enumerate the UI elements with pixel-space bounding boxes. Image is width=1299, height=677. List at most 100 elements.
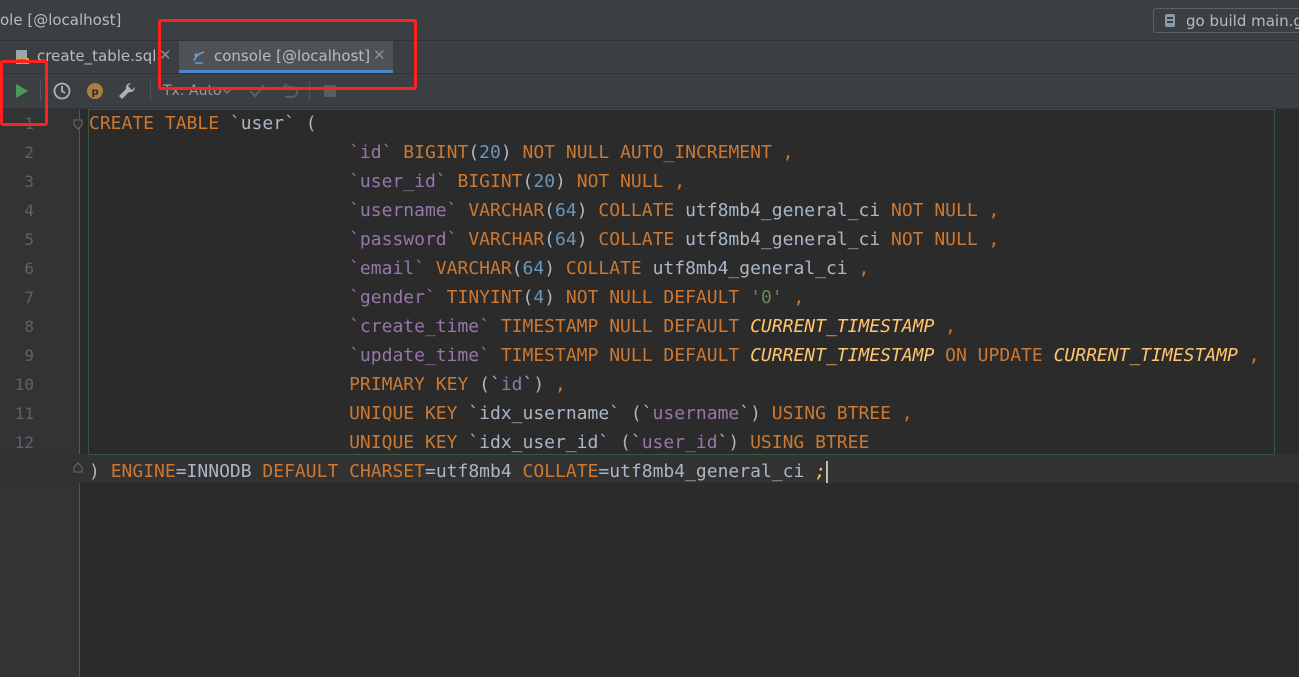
code-token: CURRENT_TIMESTAMP [750, 345, 935, 366]
code-line: `email` VARCHAR(64) COLLATE utf8mb4_gene… [89, 254, 869, 283]
code-token: UNIQUE KEY [349, 432, 458, 453]
code-token: DEFAULT CHARSET [262, 461, 425, 482]
fold-icon[interactable] [72, 462, 84, 474]
code-line: `id` BIGINT(20) NOT NULL AUTO_INCREMENT … [89, 138, 793, 167]
code-token: , [555, 374, 566, 395]
code-token: id [500, 374, 523, 395]
code-line: `user_id` BIGINT(20) NOT NULL , [89, 167, 685, 196]
wrench-icon[interactable] [117, 81, 137, 101]
toolbar-divider [150, 81, 151, 101]
code-token: UNIQUE KEY [349, 403, 458, 424]
run-configuration-label: go build main.go [1186, 12, 1299, 30]
code-token: CURRENT_TIMESTAMP [750, 316, 935, 337]
code-token: CREATE TABLE [89, 113, 220, 134]
code-token: VARCHAR [468, 229, 545, 250]
code-token: `idx_user_id` (` [457, 432, 642, 453]
go-build-icon [1165, 14, 1175, 27]
code-token: VARCHAR [435, 258, 512, 279]
run-configuration-selector[interactable]: go build main.go [1153, 8, 1299, 33]
line-number: 3 [24, 172, 34, 191]
code-token: `) [522, 374, 556, 395]
line-number: 4 [24, 201, 34, 220]
code-token: `) [717, 432, 751, 453]
text-caret [825, 461, 828, 483]
code-token: , [945, 316, 957, 337]
code-token: 64 [555, 200, 577, 221]
code-token: USING BTREE , [771, 403, 913, 424]
code-token: `update_time` [349, 345, 490, 366]
code-token: `create_time` [349, 316, 490, 337]
line-number: 10 [14, 375, 34, 394]
code-token: USING BTREE [750, 432, 870, 453]
code-token: utf8mb4_general_ci [674, 200, 891, 221]
code-token: ) [500, 142, 523, 163]
code-token: user_id [641, 432, 718, 453]
code-token: NOT NULL DEFAULT [565, 287, 740, 308]
p-parameters-icon[interactable]: p [85, 81, 105, 101]
line-number: 11 [14, 404, 34, 423]
code-token: `id` [349, 142, 393, 163]
code-token: `gender` [349, 287, 436, 308]
code-token: TIMESTAMP NULL DEFAULT [500, 316, 740, 337]
code-line: PRIMARY KEY (`id`) , [89, 370, 566, 399]
code-token: COLLATE [522, 461, 599, 482]
code-token: `user_id` [349, 171, 447, 192]
code-token: (` [468, 374, 501, 395]
code-line: `create_time` TIMESTAMP NULL DEFAULT CUR… [89, 312, 956, 341]
code-token: '0' [750, 287, 783, 308]
code-token: BIGINT [403, 142, 469, 163]
line-number-gutter: 12345678910111213 [0, 109, 80, 677]
code-token: TINYINT [446, 287, 523, 308]
code-token: PRIMARY KEY [349, 374, 469, 395]
code-line: UNIQUE KEY `idx_user_id` (`user_id`) USI… [89, 428, 869, 457]
svg-text:p: p [92, 87, 99, 98]
line-number: 2 [24, 143, 34, 162]
code-token: NOT NULL , [891, 200, 1000, 221]
code-line: `password` VARCHAR(64) COLLATE utf8mb4_g… [89, 225, 999, 254]
code-token: `) [739, 403, 772, 424]
code-line: CREATE TABLE `user` ( [89, 109, 317, 138]
code-token: NOT NULL , [576, 171, 686, 192]
code-token: =INNODB [175, 461, 263, 482]
code-token: ( [511, 258, 523, 279]
code-token: , [1248, 345, 1260, 366]
code-line: ) ENGINE=INNODB DEFAULT CHARSET=utf8mb4 … [89, 457, 828, 486]
code-token: NOT NULL AUTO_INCREMENT , [522, 142, 794, 163]
run-button-highlight [0, 60, 48, 126]
code-token: ( [522, 287, 534, 308]
code-token: COLLATE [598, 200, 675, 221]
code-token: ( [544, 229, 556, 250]
code-token: 20 [479, 142, 501, 163]
code-token: NOT NULL , [891, 229, 1000, 250]
code-token: ) [544, 287, 566, 308]
code-token: VARCHAR [468, 200, 545, 221]
fold-icon[interactable] [72, 118, 84, 130]
line-number: 6 [24, 259, 34, 278]
code-line: `username` VARCHAR(64) COLLATE utf8mb4_g… [89, 196, 999, 225]
code-token: , [858, 258, 870, 279]
line-number: 9 [24, 346, 34, 365]
history-icon[interactable] [52, 81, 72, 101]
code-token: `password` [349, 229, 458, 250]
code-token: username [652, 403, 740, 424]
